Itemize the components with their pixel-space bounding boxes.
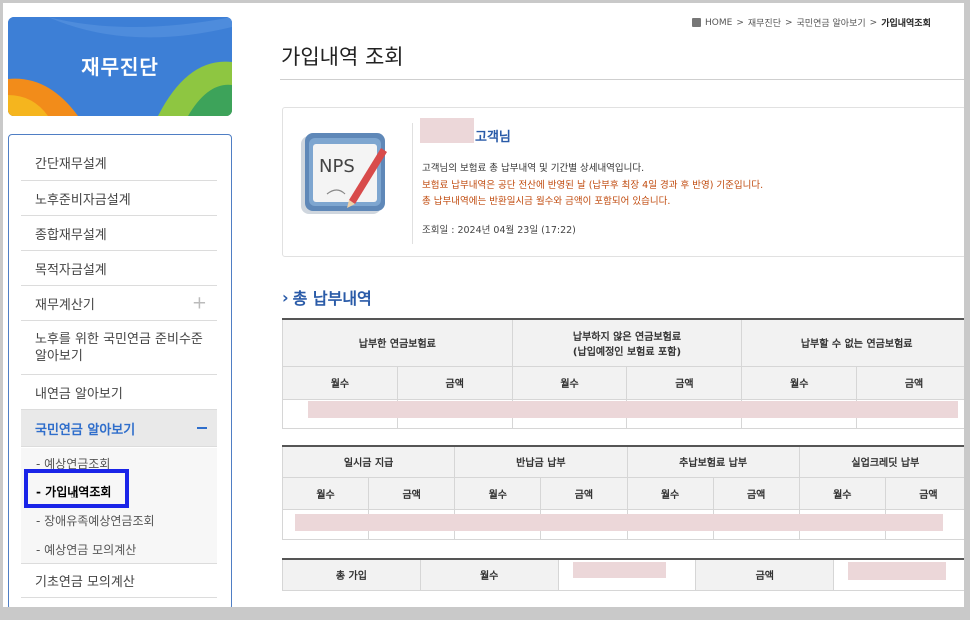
table-subheader: 금액 (368, 476, 456, 510)
breadcrumb-pension[interactable]: 국민연금 알아보기 (797, 16, 866, 29)
chevron-right-icon: › (282, 287, 289, 307)
nps-document-icon: NPS (301, 133, 387, 214)
months-label: 월수 (419, 558, 559, 591)
sidebar-item-simple-plan[interactable]: 간단재무설계 (21, 145, 217, 181)
table-subheader: 금액 (540, 476, 628, 510)
table-header: 실업크레딧 납부 (798, 445, 964, 478)
table-subheader: 월수 (282, 365, 398, 400)
table-subheader: 금액 (856, 365, 964, 400)
sidebar-item-calculator[interactable]: 재무계산기 + (21, 286, 217, 321)
sidebar-item-pension-readiness[interactable]: 노후를 위한 국민연금 준비수준 알아보기 (21, 321, 217, 375)
hand-cursor-icon: ☝ (70, 484, 80, 502)
info-line-summary: 고객님의 보험료 총 납부내역 및 기간별 상세내역입니다. (422, 163, 645, 174)
table-subheader: 월수 (741, 365, 858, 400)
sidebar-item-national-pension[interactable]: 국민연금 알아보기 (21, 410, 217, 447)
table-header: 추납보험료 납부 (626, 445, 800, 478)
redacted-amount (848, 562, 946, 580)
table-subheader: 월수 (626, 476, 714, 510)
submenu-item-disability-survivor[interactable]: - 장애유족예상연금조회 (36, 512, 155, 529)
sidebar-nav: 간단재무설계 노후준비자금설계 종합재무설계 목적자금설계 재무계산기 + 노후… (8, 134, 232, 607)
collapse-minus-icon[interactable] (197, 427, 207, 429)
home-icon[interactable] (692, 18, 701, 27)
section-title: › 총 납부내역 (282, 287, 372, 309)
table-header: 일시금 지급 (281, 445, 456, 478)
info-line-notice-2: 총 납부내역에는 반환일시금 월수와 금액이 포함되어 있습니다. (422, 196, 671, 207)
title-divider (280, 79, 964, 80)
brand-banner: 재무진단 (8, 17, 232, 116)
sidebar-item-basic-pension-calc[interactable]: 기초연금 모의계산 (21, 563, 217, 598)
table-subheader: 월수 (454, 476, 542, 510)
sidebar-item-retirement-fund[interactable]: 노후준비자금설계 (21, 181, 217, 216)
breadcrumb-financial[interactable]: 재무진단 (748, 16, 781, 29)
expand-plus-icon[interactable]: + (192, 293, 207, 314)
table-header: 납부한 연금보험료 (282, 318, 513, 367)
table-subheader: 금액 (626, 365, 743, 400)
table-subheader: 월수 (281, 476, 370, 510)
sidebar-item-comprehensive-plan[interactable]: 종합재무설계 (21, 216, 217, 251)
info-line-notice-1: 보험료 납부내역은 공단 전산에 반영된 날 (납부후 최장 4일 경과 후 반… (422, 180, 764, 191)
card-divider (412, 123, 413, 244)
customer-info-card: NPS 고객님 고객님의 보험료 총 납부내역 및 기간별 상세내역입니다. 보… (282, 107, 964, 257)
amount-label: 금액 (695, 558, 835, 591)
breadcrumb-home[interactable]: HOME (705, 18, 732, 28)
redacted-values (308, 401, 958, 418)
redacted-values (295, 514, 943, 531)
page-title: 가입내역 조회 (281, 45, 404, 69)
breadcrumb: HOME > 재무진단 > 국민연금 알아보기 > 가입내역조회 (692, 16, 931, 29)
brand-title: 재무진단 (81, 55, 159, 79)
table-subheader: 월수 (798, 476, 886, 510)
customer-name-redacted (420, 118, 474, 143)
page-content: HOME > 재무진단 > 국민연금 알아보기 > 가입내역조회 재무진단 간단… (3, 3, 964, 607)
submenu-item-mock-calc[interactable]: - 예상연금 모의계산 (36, 541, 136, 558)
table-subheader: 금액 (396, 365, 513, 400)
table-subheader: 금액 (884, 476, 964, 510)
window-edge (964, 0, 970, 620)
total-label: 총 가입 (282, 558, 421, 591)
breadcrumb-current: 가입내역조회 (881, 19, 931, 29)
svg-text:NPS: NPS (319, 156, 355, 177)
customer-suffix: 고객님 (475, 130, 511, 145)
sidebar-item-my-pension[interactable]: 내연금 알아보기 (21, 375, 217, 410)
table-header: 납부할 수 없는 연금보험료 (741, 318, 964, 367)
lookup-date: 조회일 : 2024년 04월 23일 (17:22) (422, 225, 576, 236)
table-subheader: 월수 (511, 365, 628, 400)
table-header: 납부하지 않은 연금보험료 (납입예정인 보험료 포함) (511, 318, 743, 367)
table-subheader: 금액 (712, 476, 800, 510)
table-header: 반납금 납부 (454, 445, 628, 478)
redacted-months (573, 562, 666, 578)
sidebar-item-goal-fund[interactable]: 목적자금설계 (21, 251, 217, 286)
